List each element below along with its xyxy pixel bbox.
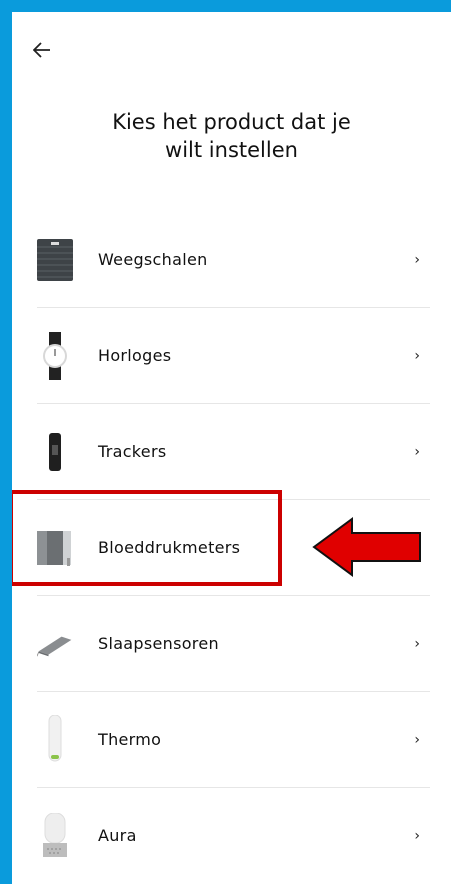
chevron-right-icon: › xyxy=(414,635,420,652)
product-item-aura[interactable]: Aura › xyxy=(37,788,430,883)
product-item-label: Thermo xyxy=(98,730,162,749)
pointer-arrow-icon xyxy=(312,517,421,577)
chevron-right-icon: › xyxy=(414,443,420,460)
chevron-right-icon: › xyxy=(414,347,420,364)
thermometer-icon xyxy=(37,714,73,765)
product-item-label: Weegschalen xyxy=(98,250,208,269)
product-item-weegschalen[interactable]: Weegschalen › xyxy=(37,212,430,308)
arrow-left-icon xyxy=(33,42,50,58)
tracker-icon xyxy=(37,427,73,477)
chevron-right-icon: › xyxy=(414,251,420,268)
product-item-slaapsensoren[interactable]: Slaapsensoren › xyxy=(37,596,430,692)
scale-icon xyxy=(37,235,73,285)
product-item-label: Horloges xyxy=(98,346,172,365)
product-item-label: Aura xyxy=(98,826,137,845)
chevron-right-icon: › xyxy=(414,827,420,844)
product-item-trackers[interactable]: Trackers › xyxy=(37,404,430,500)
product-item-label: Slaapsensoren xyxy=(98,634,219,653)
page-title: Kies het product dat je wilt instellen xyxy=(112,110,351,162)
app-screen: Kies het product dat je wilt instellen W… xyxy=(12,12,451,884)
blood-pressure-monitor-icon xyxy=(37,523,73,573)
chevron-right-icon: › xyxy=(414,731,420,748)
watch-icon xyxy=(37,331,73,381)
back-button[interactable] xyxy=(30,38,54,62)
sleep-sensor-icon xyxy=(37,619,73,669)
product-item-thermo[interactable]: Thermo › xyxy=(37,692,430,788)
product-item-horloges[interactable]: Horloges › xyxy=(37,308,430,404)
product-item-label: Trackers xyxy=(98,442,167,461)
product-item-label: Bloeddrukmeters xyxy=(98,538,241,557)
aura-icon xyxy=(37,811,73,861)
